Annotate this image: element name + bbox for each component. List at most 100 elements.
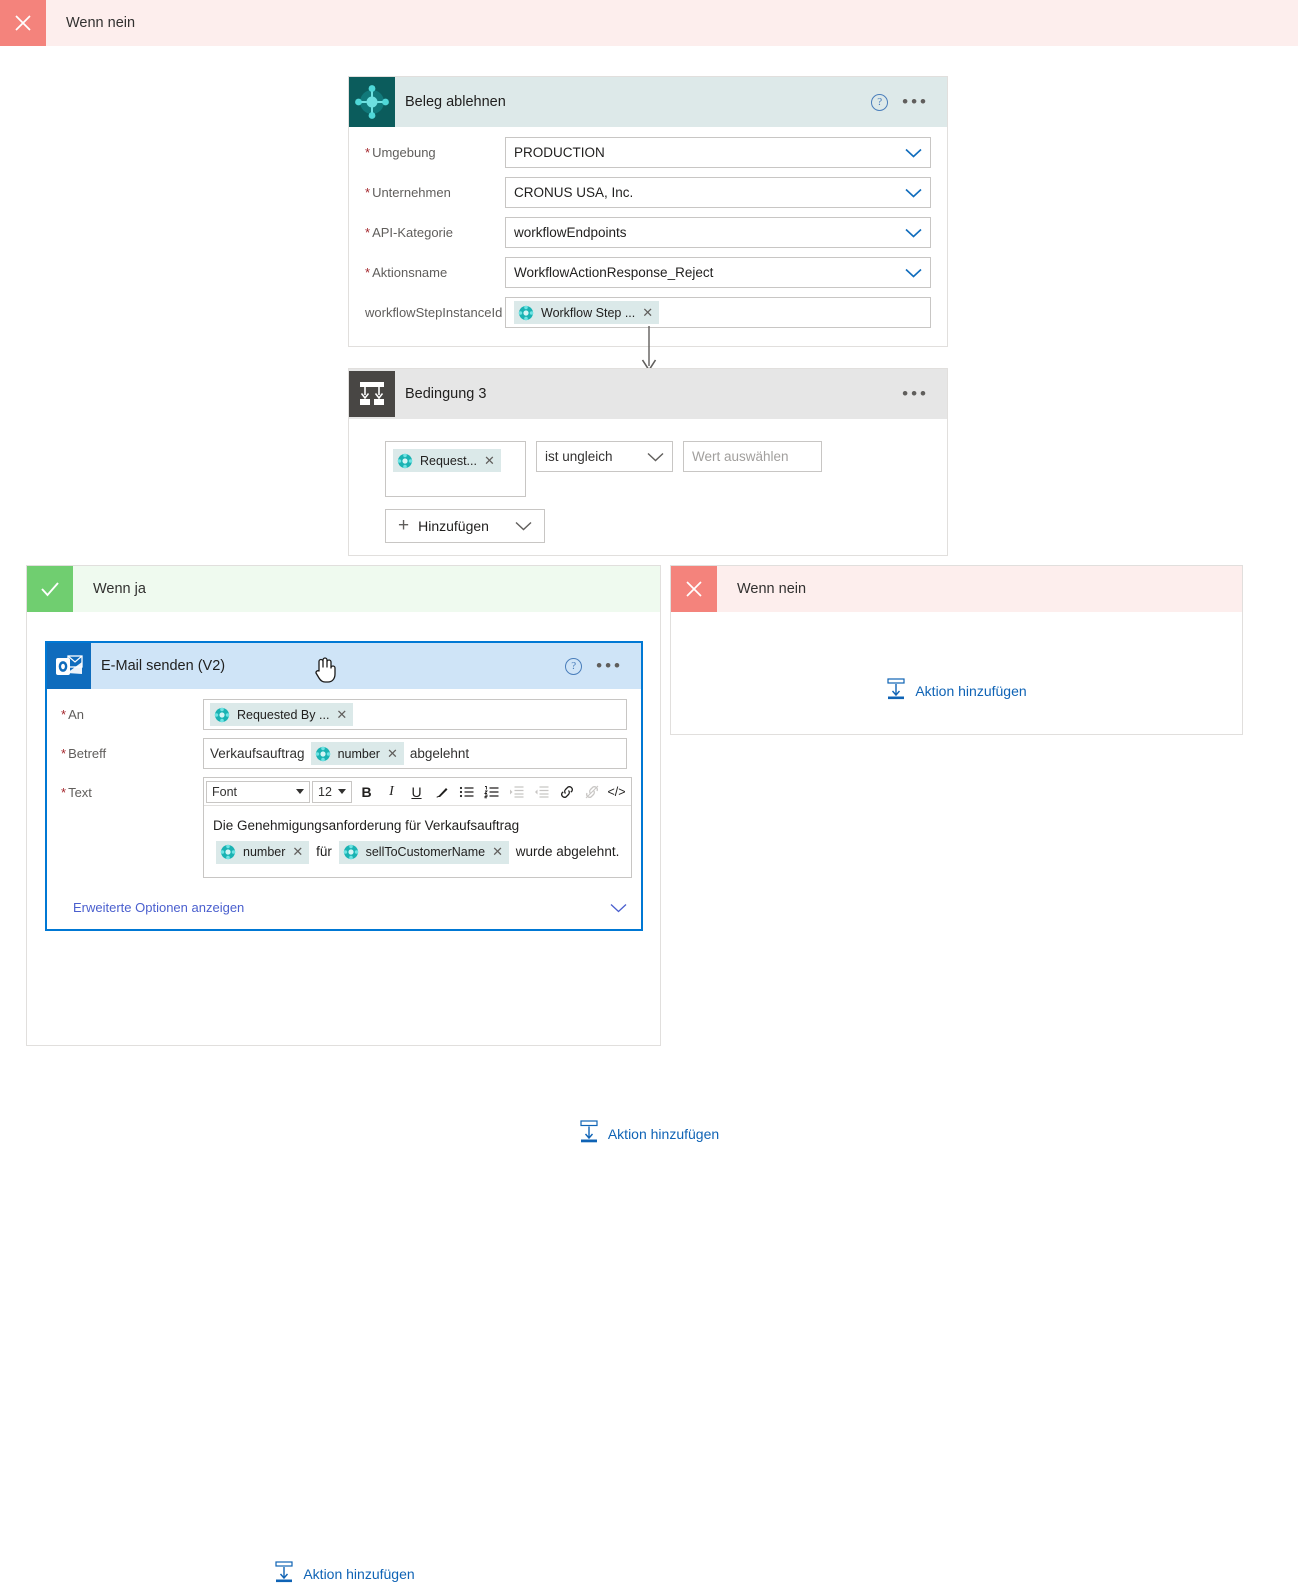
required-asterisk: *: [365, 225, 371, 240]
font-name-dropdown[interactable]: Font: [206, 780, 310, 803]
add-action-button-yes-branch[interactable]: Aktion hinzufügen: [274, 1561, 415, 1586]
card-header[interactable]: E-Mail senden (V2) ? •••: [47, 643, 641, 689]
field-label: * Aktionsname: [365, 265, 448, 280]
remove-token-icon[interactable]: ✕: [387, 746, 398, 762]
action-card-email-senden[interactable]: E-Mail senden (V2) ? ••• * An Requested B…: [45, 641, 643, 931]
add-action-label: Aktion hinzufügen: [607, 1125, 720, 1142]
advanced-options-label: Erweiterte Optionen anzeigen: [73, 900, 245, 915]
required-asterisk: *: [61, 746, 67, 761]
business-central-token-icon: [343, 844, 359, 860]
rich-text-editor[interactable]: Font 12 B I U </> Die Genehmigungsanford…: [203, 777, 632, 878]
font-size-dropdown[interactable]: 12: [312, 780, 352, 803]
field-label: * API-Kategorie: [365, 225, 453, 240]
chevron-down-icon: [905, 188, 922, 198]
body-text-2: für: [316, 844, 332, 859]
condition-value-input[interactable]: Wert auswählen: [683, 441, 822, 472]
required-asterisk: *: [365, 145, 371, 160]
indent-icon[interactable]: [504, 780, 529, 804]
betreff-input[interactable]: Verkaufsauftrag number ✕ abgelehnt: [203, 738, 627, 769]
card-header[interactable]: Bedingung 3 •••: [349, 369, 947, 419]
add-action-wrapper-yes: Aktion hinzufügen: [27, 1561, 662, 1586]
more-options-icon[interactable]: •••: [902, 385, 929, 402]
business-central-token-icon: [397, 453, 413, 469]
link-icon[interactable]: [554, 780, 579, 804]
branch-header-wenn-nein: Wenn nein: [671, 566, 1242, 612]
outlook-icon: [47, 643, 91, 689]
italic-button[interactable]: I: [379, 780, 404, 804]
underline-button[interactable]: U: [404, 780, 429, 804]
editor-content[interactable]: Die Genehmigungsanforderung für Verkaufs…: [204, 806, 631, 877]
font-name-value: Font: [212, 784, 238, 799]
required-asterisk: *: [61, 785, 67, 800]
chevron-down-icon: [905, 268, 922, 278]
numbered-list-icon[interactable]: [479, 780, 504, 804]
field-label: workflowStepInstanceId: [365, 305, 503, 320]
help-icon[interactable]: ?: [565, 657, 583, 675]
code-view-button[interactable]: </>: [604, 780, 629, 804]
required-asterisk: *: [61, 707, 67, 722]
chevron-down-icon: [905, 228, 922, 238]
condition-body: Request... ✕ ist ungleich Wert auswählen…: [349, 419, 947, 543]
add-action-wrapper-bottom: Aktion hinzufügen: [0, 1120, 1298, 1147]
business-central-icon: [349, 77, 395, 127]
remove-token-icon[interactable]: ✕: [492, 839, 503, 865]
unternehmen-dropdown[interactable]: CRONUS USA, Inc.: [505, 177, 931, 208]
more-options-icon[interactable]: •••: [902, 93, 929, 110]
field-workflowstepinstanceid: workflowStepInstanceId Workflow Step ...…: [365, 297, 931, 328]
add-action-wrapper-no: Aktion hinzufügen: [671, 678, 1242, 703]
bold-button[interactable]: B: [354, 780, 379, 804]
subject-suffix-text: abgelehnt: [409, 746, 470, 761]
field-label: * An: [61, 707, 84, 722]
dynamic-content-token[interactable]: Workflow Step ... ✕: [514, 301, 660, 324]
field-an: * An Requested By ... ✕: [61, 699, 627, 730]
outdent-icon[interactable]: [529, 780, 554, 804]
aktionsname-dropdown[interactable]: WorkflowActionResponse_Reject: [505, 257, 931, 288]
dynamic-content-token[interactable]: number ✕: [310, 742, 404, 765]
body-text-3: wurde abgelehnt.: [515, 844, 620, 859]
chevron-down-icon[interactable]: [515, 521, 532, 531]
workflowstepinstanceid-input[interactable]: Workflow Step ... ✕: [505, 297, 931, 328]
more-options-icon[interactable]: •••: [596, 657, 623, 674]
dynamic-content-token[interactable]: sellToCustomerName ✕: [338, 839, 509, 865]
field-label: * Text: [61, 785, 92, 800]
api-kategorie-dropdown[interactable]: workflowEndpoints: [505, 217, 931, 248]
dynamic-content-token[interactable]: number ✕: [216, 839, 310, 865]
condition-card-bedingung-3[interactable]: Bedingung 3 ••• Request... ✕ ist ungleic…: [348, 368, 948, 556]
add-action-button-bottom[interactable]: Aktion hinzufügen: [579, 1120, 719, 1147]
help-icon[interactable]: ?: [871, 93, 889, 111]
remove-token-icon[interactable]: ✕: [642, 305, 653, 321]
field-betreff: * Betreff Verkaufsauftrag number ✕ abgele…: [61, 738, 627, 769]
field-text: * Text Font 12 B I U </> Die Genehmigung…: [61, 777, 632, 878]
remove-token-icon[interactable]: ✕: [336, 707, 347, 723]
insert-step-icon: [579, 1120, 599, 1147]
add-action-label: Aktion hinzufügen: [303, 1565, 415, 1582]
condition-left-operand-input[interactable]: Request... ✕: [385, 441, 526, 497]
dynamic-content-token[interactable]: Request... ✕: [393, 449, 501, 472]
card-header[interactable]: Beleg ablehnen ? •••: [349, 77, 947, 127]
body-text-1: Die Genehmigungsanforderung für Verkaufs…: [213, 818, 520, 833]
remove-token-icon[interactable]: ✕: [484, 453, 495, 469]
advanced-options-link[interactable]: Erweiterte Optionen anzeigen: [61, 886, 627, 929]
remove-token-icon[interactable]: ✕: [292, 839, 303, 865]
add-action-label: Aktion hinzufügen: [915, 682, 1027, 699]
token-text: Request...: [420, 453, 477, 468]
bulleted-list-icon[interactable]: [454, 780, 479, 804]
umgebung-dropdown[interactable]: PRODUCTION: [505, 137, 931, 168]
action-card-beleg-ablehnen[interactable]: Beleg ablehnen ? ••• * Umgebung PRODUCTIO…: [348, 76, 948, 347]
add-condition-button[interactable]: + Hinzufügen: [385, 509, 545, 543]
dynamic-content-token[interactable]: Requested By ... ✕: [210, 703, 354, 726]
insert-step-icon: [274, 1561, 294, 1586]
highlight-pen-icon[interactable]: [429, 780, 454, 804]
an-input[interactable]: Requested By ... ✕: [203, 699, 627, 730]
top-branch-header-wenn-nein: Wenn nein: [0, 0, 1298, 46]
chevron-down-icon: [338, 789, 346, 794]
field-value: workflowEndpoints: [514, 225, 627, 240]
condition-operator-dropdown[interactable]: ist ungleich: [536, 441, 673, 472]
close-x-icon: [0, 0, 46, 46]
add-action-button-no-branch[interactable]: Aktion hinzufügen: [886, 678, 1027, 703]
field-label: * Umgebung: [365, 145, 436, 160]
unlink-icon[interactable]: [579, 780, 604, 804]
business-central-token-icon: [214, 707, 230, 723]
field-api-kategorie: * API-Kategorie workflowEndpoints: [365, 217, 931, 248]
business-central-token-icon: [315, 746, 331, 762]
